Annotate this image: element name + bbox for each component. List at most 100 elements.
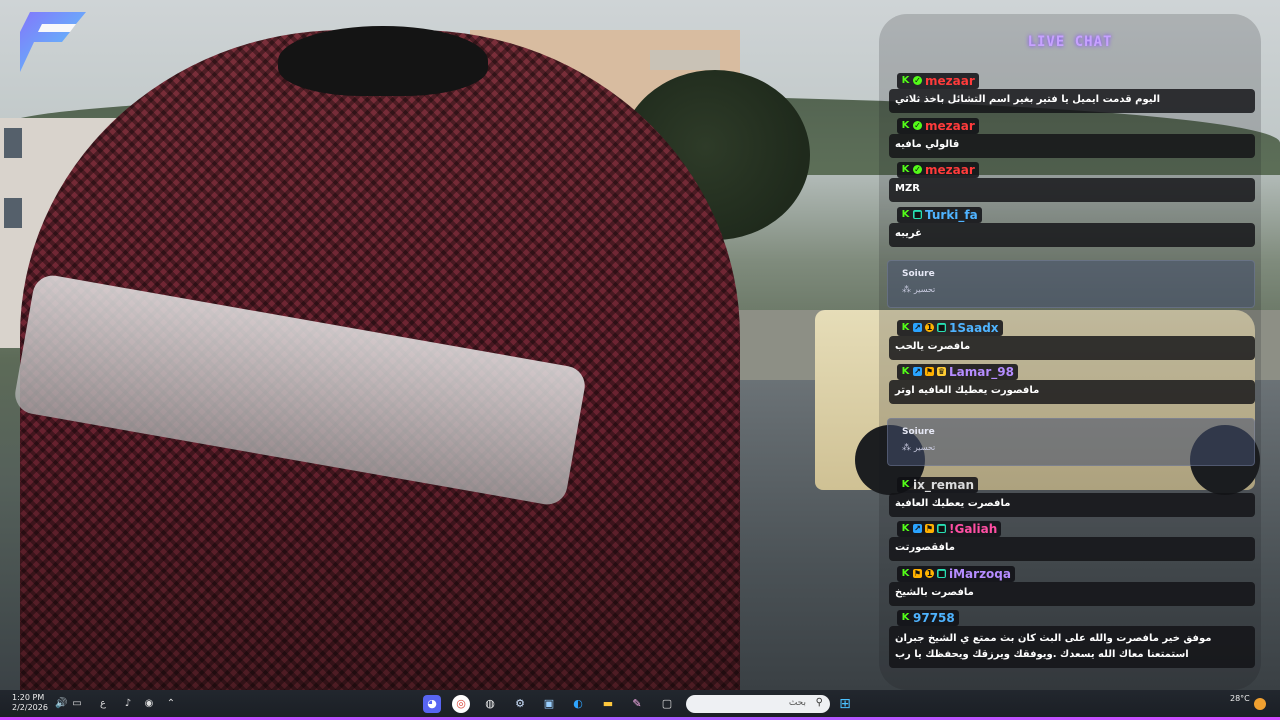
app-tray-icon[interactable]: ◉: [143, 698, 155, 710]
username-tag[interactable]: K ↗ ⚑ ■ !Galiah: [897, 520, 1002, 537]
edge-icon[interactable]: ◐: [569, 695, 587, 713]
username: 97758: [913, 610, 955, 625]
system-text: ⁂ تحسير: [902, 285, 935, 295]
username: ix_reman: [913, 477, 975, 492]
speaker-icon[interactable]: 🔊: [55, 698, 67, 710]
chat-message: K ↗ 1 ■ 1Saadx مافصرت يالحب: [889, 315, 1255, 360]
chat-message: K ↗ ⚑ ■ !Galiah مافقصورتت: [889, 516, 1255, 561]
chat-message: K ✓ mezaar قالولي مافيه: [889, 113, 1255, 158]
chevron-up-icon[interactable]: ⌃: [165, 698, 177, 710]
person-agal: [278, 26, 488, 96]
username-tag[interactable]: K ↗ 1 ■ 1Saadx: [897, 319, 1003, 336]
message-text: مافقصورتت: [889, 536, 1255, 561]
verified-badge-icon: ✓: [913, 165, 922, 174]
username-tag[interactable]: K 97758: [897, 609, 959, 626]
kick-badge-icon: K: [901, 568, 910, 579]
obs-icon[interactable]: ◍: [481, 695, 499, 713]
user-group-icon: ⁂: [902, 443, 914, 453]
username: 1Saadx: [949, 320, 999, 335]
gift-badge-icon: ■: [937, 569, 946, 578]
chat-message: K ⚑ 1 ■ iMarzoqa مافصرت بالشيخ: [889, 561, 1255, 606]
username: mezaar: [925, 162, 975, 177]
clock-date: 2/2/2026: [12, 703, 48, 712]
sun-icon: [1254, 698, 1266, 710]
flag-badge-icon: ⚑: [925, 367, 934, 376]
chat-message: K ✓ mezaar اليوم قدمت ايميل يا فتير بغير…: [889, 68, 1255, 113]
username-tag[interactable]: K ⚑ 1 ■ iMarzoqa: [897, 565, 1015, 582]
username-tag[interactable]: K ✓ mezaar: [897, 161, 979, 178]
network-icon[interactable]: ▭: [71, 698, 83, 710]
username: mezaar: [925, 73, 975, 88]
username-tag[interactable]: K ■ Turki_fa: [897, 206, 982, 223]
paint-icon[interactable]: ✎: [628, 695, 646, 713]
microphone-icon[interactable]: ♪: [122, 698, 134, 710]
kick-badge-icon: K: [901, 164, 910, 175]
message-text: موفق خير مافصرت والله على البث كان بث مم…: [889, 625, 1255, 668]
star-badge-icon: 1: [925, 323, 934, 332]
subscriber-badge-icon: ↗: [913, 323, 922, 332]
taskbar-search[interactable]: بحث ⚲: [686, 695, 830, 713]
steam-icon[interactable]: ⚙: [511, 695, 529, 713]
gift-badge-icon: ■: [937, 323, 946, 332]
star-badge-icon: 1: [925, 569, 934, 578]
subscriber-badge-icon: ↗: [913, 367, 922, 376]
gift-badge-icon: ■: [937, 524, 946, 533]
message-text: مافصرت بالشيخ: [889, 581, 1255, 606]
clock-time: 1:20 PM: [12, 693, 45, 702]
chrome-icon[interactable]: ◎: [452, 695, 470, 713]
message-text: قالولي مافيه: [889, 133, 1255, 158]
search-icon: ⚲: [815, 697, 823, 708]
system-clock[interactable]: 1:20 PM 2/2/2026: [12, 693, 48, 713]
kick-badge-icon: K: [901, 75, 910, 86]
message-text: مافصرت يعطيك العافية: [889, 492, 1255, 517]
verified-badge-icon: ✓: [913, 121, 922, 130]
kick-badge-icon: K: [901, 209, 910, 220]
channel-logo: [20, 12, 86, 72]
username: Turki_fa: [925, 207, 978, 222]
weather-temp[interactable]: 28°C: [1230, 694, 1250, 703]
kick-badge-icon: K: [901, 479, 910, 490]
chat-message: K 97758 موفق خير مافصرت والله على البث ك…: [889, 605, 1255, 668]
chat-message: K ✓ mezaar MZR: [889, 157, 1255, 202]
message-text: مافصورت يعطيك العافيه اوتر: [889, 379, 1255, 404]
gift-badge-icon: ■: [913, 210, 922, 219]
verified-badge-icon: ✓: [913, 76, 922, 85]
input-language[interactable]: ع: [97, 698, 109, 710]
user-group-icon: ⁂: [902, 285, 914, 295]
chat-message: K ix_reman مافصرت يعطيك العافية: [889, 472, 1255, 517]
kick-badge-icon: K: [901, 322, 910, 333]
username: mezaar: [925, 118, 975, 133]
kick-badge-icon: K: [901, 366, 910, 377]
windows-taskbar: 1:20 PM 2/2/2026 🔊 ▭ ع ♪ ◉ ⌃ ◕ ◎ ◍ ⚙ ▣ ◐…: [0, 690, 1280, 720]
chat-message: K ↗ ⚑ ♛ Lamar_98 مافصورت يعطيك العافيه ا…: [889, 359, 1255, 404]
discord-icon[interactable]: ◕: [423, 695, 441, 713]
username: iMarzoqa: [949, 566, 1011, 581]
message-text: MZR: [889, 177, 1255, 202]
message-text: اليوم قدمت ايميل يا فتير بغير اسم التشائ…: [889, 88, 1255, 113]
kick-badge-icon: K: [901, 120, 910, 131]
username-tag[interactable]: K ↗ ⚑ ♛ Lamar_98: [897, 363, 1018, 380]
search-label: بحث: [788, 698, 806, 708]
username-tag[interactable]: K ix_reman: [897, 476, 979, 493]
username: !Galiah: [949, 521, 998, 536]
system-text-value: تحسير: [913, 285, 936, 294]
username: Lamar_98: [949, 364, 1014, 379]
username-tag[interactable]: K ✓ mezaar: [897, 72, 979, 89]
windows-start-icon[interactable]: ⊞: [836, 695, 854, 713]
system-text-value: تحسير: [913, 443, 936, 452]
system-message: Soiure ⁂ تحسير: [887, 418, 1255, 466]
store-icon[interactable]: ▣: [540, 695, 558, 713]
chat-title: LIVE CHAT: [1027, 34, 1113, 50]
file-explorer-icon[interactable]: ▬: [599, 695, 617, 713]
app-window-icon[interactable]: ▢: [658, 695, 676, 713]
system-text: ⁂ تحسير: [902, 443, 935, 453]
subscriber-badge-icon: ↗: [913, 524, 922, 533]
chat-message: K ■ Turki_fa غريبه: [889, 202, 1255, 247]
system-sender: Soiure: [902, 269, 935, 279]
flag-badge-icon: ⚑: [925, 524, 934, 533]
crown-badge-icon: ♛: [937, 367, 946, 376]
kick-badge-icon: K: [901, 612, 910, 623]
message-text: غريبه: [889, 222, 1255, 247]
username-tag[interactable]: K ✓ mezaar: [897, 117, 979, 134]
system-sender: Soiure: [902, 427, 935, 437]
